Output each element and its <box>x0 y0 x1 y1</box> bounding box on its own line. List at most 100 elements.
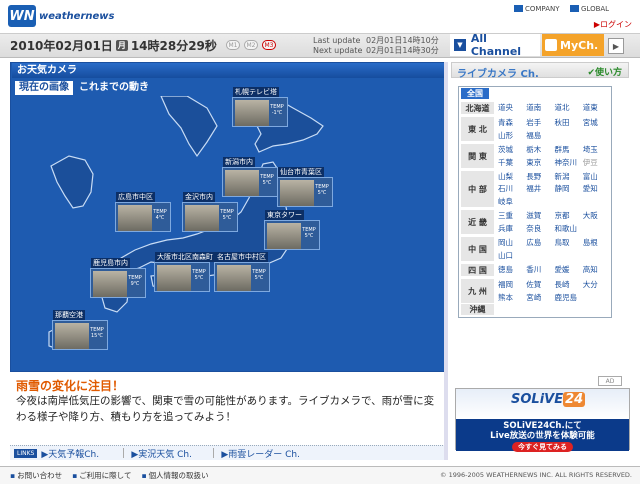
city-link[interactable]: 山形 <box>498 130 526 143</box>
city-link[interactable]: 広島 <box>526 237 554 250</box>
region-name[interactable]: 関 東 <box>461 144 494 169</box>
global-link[interactable]: GLOBAL <box>570 3 609 14</box>
city-link[interactable]: 千葉 <box>498 157 526 170</box>
logo[interactable]: WN weathernews <box>8 4 118 28</box>
city-link[interactable]: 宮崎 <box>526 292 554 305</box>
city-link[interactable]: 京都 <box>555 210 583 223</box>
city-link[interactable]: 長野 <box>526 171 554 183</box>
city-link[interactable]: 和歌山 <box>555 223 583 236</box>
link-observation[interactable]: ▶実況天気 Ch. <box>131 447 206 460</box>
city-link[interactable]: 愛知 <box>583 183 611 195</box>
link-radar[interactable]: ▶雨雲レーダー Ch. <box>221 447 300 460</box>
all-japan-button[interactable]: 全国 <box>461 88 489 99</box>
mode-m3-button[interactable]: M3 <box>262 40 276 50</box>
camera-nagoya[interactable]: 名古屋市中村区 TEMP 5℃ <box>214 252 270 292</box>
city-link[interactable]: 福島 <box>526 130 554 143</box>
city-link[interactable]: 山梨 <box>498 171 526 183</box>
city-link[interactable]: 鹿児島 <box>555 292 583 305</box>
city-link[interactable]: 神奈川 <box>555 157 583 170</box>
footer-link-contact[interactable]: お問い合わせ <box>10 470 62 481</box>
footer-link-terms[interactable]: ご利用に際して <box>72 470 131 481</box>
city-link[interactable]: 富山 <box>583 171 611 183</box>
footer-link-privacy[interactable]: 個人情報の取扱い <box>141 470 209 481</box>
region-name[interactable]: 近 畿 <box>461 210 494 235</box>
city-link[interactable]: 東京 <box>526 157 554 170</box>
camera-temp: TEMP 5℃ <box>191 269 207 281</box>
camera-kagoshima[interactable]: 鹿児島市内 TEMP 9℃ <box>90 258 146 298</box>
link-forecast[interactable]: ▶天気予報Ch. <box>41 447 116 460</box>
camera-hiroshima[interactable]: 広島市中区 TEMP 4℃ <box>115 192 171 232</box>
city-link[interactable]: 鳥取 <box>555 237 583 250</box>
region-name[interactable]: 中 部 <box>461 171 494 208</box>
camera-thumbnail <box>217 265 251 291</box>
region-name[interactable]: 東 北 <box>461 117 494 142</box>
city-link[interactable]: 長崎 <box>555 279 583 292</box>
city-link[interactable]: 茨城 <box>498 144 526 157</box>
region-name[interactable]: 四 国 <box>461 264 494 277</box>
help-link[interactable]: ✔使い方 <box>587 65 622 78</box>
mode-m2-button[interactable]: M2 <box>244 40 258 50</box>
region-name[interactable]: 沖縄 <box>461 304 494 316</box>
city-link[interactable]: 道北 <box>555 102 583 115</box>
city-link[interactable]: 佐賀 <box>526 279 554 292</box>
city-link[interactable]: 福井 <box>526 183 554 195</box>
city-link[interactable]: 三重 <box>498 210 526 223</box>
login-link[interactable]: ▶ログイン <box>594 19 632 30</box>
city-link[interactable]: 栃木 <box>526 144 554 157</box>
region-name[interactable]: 北海道 <box>461 102 494 115</box>
city-link[interactable]: 滋賀 <box>526 210 554 223</box>
camera-temp: TEMP 5℃ <box>259 174 275 186</box>
camera-naha[interactable]: 那覇空港 TEMP 15℃ <box>52 310 108 350</box>
camera-osaka[interactable]: 大阪市北区南森町 TEMP 5℃ <box>154 252 215 292</box>
my-channel-tab[interactable]: MyCh. <box>542 34 604 56</box>
city-link[interactable]: 秋田 <box>555 117 583 130</box>
company-link[interactable]: COMPANY <box>514 3 560 14</box>
city-link[interactable]: 岩手 <box>526 117 554 130</box>
camera-label: 鹿児島市内 <box>91 258 130 268</box>
city-link[interactable]: 大分 <box>583 279 611 292</box>
camera-niigata[interactable]: 新潟市内 TEMP 5℃ <box>222 157 278 197</box>
city-link[interactable]: 兵庫 <box>498 223 526 236</box>
camera-label: 金沢市内 <box>183 192 215 202</box>
city-link[interactable]: 岡山 <box>498 237 526 250</box>
city-link[interactable]: 道央 <box>498 102 526 115</box>
city-link[interactable]: 宮城 <box>583 117 611 130</box>
city-link[interactable]: 奈良 <box>526 223 554 236</box>
city-link[interactable]: 道南 <box>526 102 554 115</box>
city-link[interactable]: 伊豆 <box>583 157 611 170</box>
all-channel-tab[interactable]: ▼ All Channel <box>450 32 540 58</box>
city-link[interactable]: 山口 <box>498 250 526 263</box>
camera-kanazawa[interactable]: 金沢市内 TEMP 5℃ <box>182 192 238 232</box>
city-link[interactable]: 群馬 <box>555 144 583 157</box>
camera-sapporo[interactable]: 札幌テレビ塔 TEMP -1℃ <box>232 87 288 127</box>
region-row: 沖縄 <box>461 304 611 316</box>
city-link[interactable]: 新潟 <box>555 171 583 183</box>
city-link[interactable]: 埼玉 <box>583 144 611 157</box>
camera-sendai[interactable]: 仙台市青葉区 TEMP 5℃ <box>277 167 333 207</box>
tab-current-image[interactable]: 現在の画像 <box>15 81 73 95</box>
city-link[interactable]: 高知 <box>583 264 611 277</box>
solive-ad-banner[interactable]: SOLiVE 24 SOLiVE24Ch.にて Live放送の世界を体験可能 今す… <box>455 388 630 452</box>
region-name[interactable]: 九 州 <box>461 279 494 304</box>
scrollbar[interactable] <box>444 62 448 460</box>
city-link[interactable]: 道東 <box>583 102 611 115</box>
tab-history[interactable]: これまでの動き <box>79 81 149 95</box>
city-link[interactable]: 福岡 <box>498 279 526 292</box>
city-link[interactable]: 大阪 <box>583 210 611 223</box>
city-link[interactable]: 徳島 <box>498 264 526 277</box>
ad-watch-button[interactable]: 今すぐ見てみる <box>512 442 573 452</box>
region-name[interactable]: 中 国 <box>461 237 494 262</box>
mode-m1-button[interactable]: M1 <box>226 40 240 50</box>
ad-logo-num: 24 <box>563 392 586 407</box>
city-link[interactable]: 青森 <box>498 117 526 130</box>
city-link[interactable]: 島根 <box>583 237 611 250</box>
city-link[interactable]: 熊本 <box>498 292 526 305</box>
city-link[interactable]: 香川 <box>526 264 554 277</box>
city-link[interactable]: 静岡 <box>555 183 583 195</box>
city-link[interactable]: 岐阜 <box>498 196 526 208</box>
current-datetime: 2010年02月01日 月 14時28分29秒 <box>10 37 217 54</box>
city-link[interactable]: 石川 <box>498 183 526 195</box>
camera-tokyo-tower[interactable]: 東京タワー TEMP 5℃ <box>264 210 320 250</box>
arrow-right-icon[interactable]: ▶ <box>608 38 624 54</box>
city-link[interactable]: 愛媛 <box>555 264 583 277</box>
